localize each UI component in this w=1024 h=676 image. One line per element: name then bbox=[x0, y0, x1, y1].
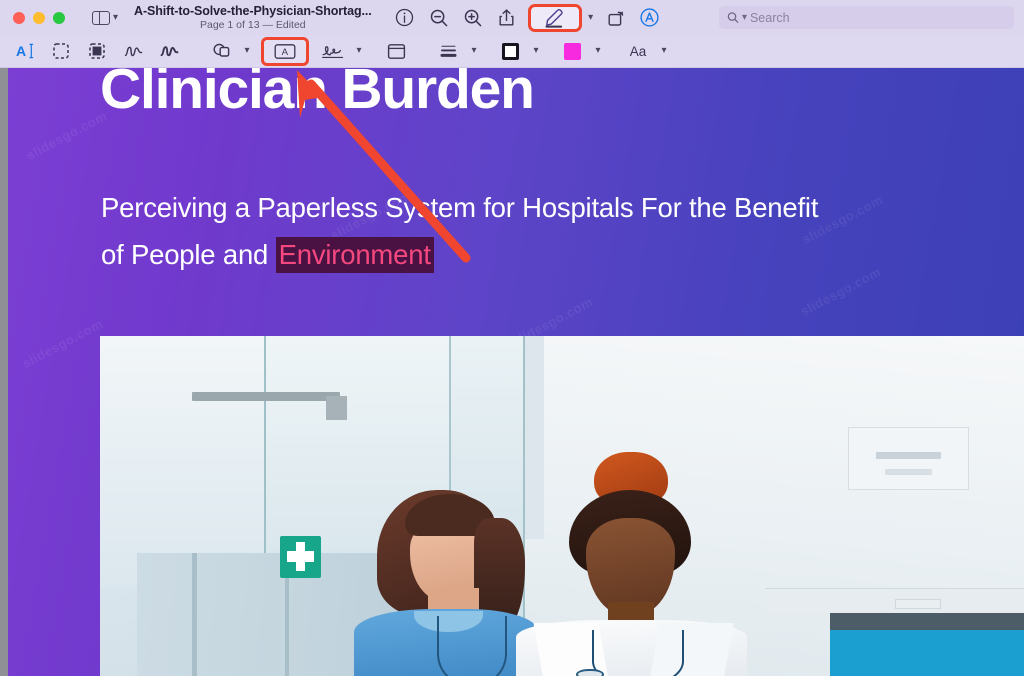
maximize-button[interactable] bbox=[53, 11, 65, 24]
photo-poster-line bbox=[885, 469, 932, 475]
fill-color-tool-group: ▾ bbox=[554, 39, 606, 63]
rotate-icon[interactable] bbox=[599, 5, 633, 31]
page-heading: Clinician Burden bbox=[100, 68, 535, 121]
info-icon[interactable] bbox=[388, 5, 422, 31]
minimize-button[interactable] bbox=[33, 11, 45, 24]
photo-teal-panel bbox=[829, 630, 1024, 676]
shapes-tool-group: ▾ bbox=[203, 39, 255, 63]
text-selection-tool[interactable]: A bbox=[8, 39, 42, 63]
draw-tool[interactable] bbox=[152, 39, 186, 63]
document-title: A-Shift-to-Solve-the-Physician-Shortag..… bbox=[134, 4, 372, 19]
pdf-page-1: slidesgo.com slidesgo.com slidesgo.com s… bbox=[8, 68, 1024, 676]
markup-dropdown-chevron[interactable]: ▾ bbox=[583, 11, 599, 23]
photo-door-frame bbox=[525, 336, 544, 539]
shape-style-dropdown-chevron[interactable]: ▾ bbox=[466, 46, 482, 56]
text-style-tool[interactable]: Aa bbox=[621, 39, 655, 63]
fill-color-swatch bbox=[563, 42, 581, 60]
search-icon bbox=[727, 12, 739, 23]
photo-nurse-stethoscope bbox=[437, 616, 507, 676]
search-field[interactable]: ▾ bbox=[719, 6, 1014, 29]
photo-wall-socket bbox=[894, 598, 941, 609]
watermark: slidesgo.com bbox=[23, 107, 110, 164]
chevron-down-icon: ▾ bbox=[356, 45, 362, 56]
document-title-block: A-Shift-to-Solve-the-Physician-Shortag..… bbox=[134, 4, 372, 30]
traffic-lights bbox=[0, 11, 65, 24]
border-color-tool[interactable] bbox=[493, 39, 527, 63]
fill-color-tool[interactable] bbox=[555, 39, 589, 63]
chevron-down-icon: ▾ bbox=[588, 11, 594, 23]
signature-tool[interactable] bbox=[316, 39, 350, 63]
signature-tool-group: ▾ bbox=[315, 39, 367, 63]
sidebar-toggle-button[interactable]: ▾ bbox=[92, 10, 119, 25]
text-box-tool-highlight: A bbox=[261, 36, 309, 66]
photo-cabinet-seam bbox=[192, 553, 197, 676]
page-subtitle: Perceiving a Paperless System for Hospit… bbox=[101, 184, 831, 279]
sidebar-icon bbox=[92, 10, 110, 25]
annotate-icon[interactable] bbox=[633, 5, 667, 31]
titlebar: ▾ A-Shift-to-Solve-the-Physician-Shortag… bbox=[0, 0, 1024, 35]
border-color-swatch bbox=[501, 42, 519, 60]
markup-icon[interactable] bbox=[538, 5, 572, 31]
zoom-in-icon[interactable] bbox=[456, 5, 490, 31]
chevron-down-icon: ▾ bbox=[244, 45, 250, 56]
sketch-tool[interactable] bbox=[116, 39, 150, 63]
chevron-down-icon: ▾ bbox=[113, 11, 119, 23]
first-aid-cross-icon bbox=[280, 535, 321, 578]
svg-text:A: A bbox=[16, 43, 26, 59]
text-style-tool-group: Aa ▾ bbox=[620, 39, 672, 63]
shape-style-tool[interactable] bbox=[431, 39, 465, 63]
shapes-tool[interactable] bbox=[204, 39, 238, 63]
note-tool[interactable] bbox=[379, 39, 413, 63]
border-color-dropdown-chevron[interactable]: ▾ bbox=[528, 46, 544, 56]
fill-color-dropdown-chevron[interactable]: ▾ bbox=[590, 46, 606, 56]
markup-tool-highlight bbox=[527, 3, 582, 32]
photo-railing bbox=[192, 392, 341, 401]
photo-stethoscope-bell bbox=[575, 668, 604, 676]
share-icon[interactable] bbox=[490, 5, 524, 31]
markup-toolbar: A ▾ A ▾ ▾ ▾ ▾ Aa ▾ bbox=[0, 35, 1024, 68]
zoom-out-icon[interactable] bbox=[422, 5, 456, 31]
chevron-down-icon: ▾ bbox=[661, 45, 667, 56]
svg-text:A: A bbox=[282, 47, 289, 58]
shape-style-tool-group: ▾ bbox=[430, 39, 482, 63]
document-status: Page 1 of 13 — Edited bbox=[199, 18, 306, 31]
photo-poster-line bbox=[876, 451, 941, 460]
shapes-dropdown-chevron[interactable]: ▾ bbox=[239, 46, 255, 56]
search-dropdown-chevron[interactable]: ▾ bbox=[742, 12, 747, 23]
photo-railing-post bbox=[326, 395, 347, 420]
watermark: slidesgo.com bbox=[19, 315, 106, 372]
document-canvas[interactable]: slidesgo.com slidesgo.com slidesgo.com s… bbox=[0, 68, 1024, 676]
border-color-tool-group: ▾ bbox=[492, 39, 544, 63]
chevron-down-icon: ▾ bbox=[533, 45, 539, 56]
text-box-tool[interactable]: A bbox=[268, 39, 302, 63]
highlighted-text: Environment bbox=[275, 237, 434, 274]
photo-glass-panel bbox=[100, 336, 267, 588]
signature-dropdown-chevron[interactable]: ▾ bbox=[351, 46, 367, 56]
text-style-label: Aa bbox=[629, 43, 647, 59]
rectangular-selection-tool[interactable] bbox=[44, 39, 78, 63]
chevron-down-icon: ▾ bbox=[471, 45, 477, 56]
text-style-dropdown-chevron[interactable]: ▾ bbox=[656, 46, 672, 56]
search-input[interactable] bbox=[749, 10, 1006, 25]
chevron-down-icon: ▾ bbox=[595, 45, 601, 56]
subtitle-text: Perceiving a Paperless System for Hospit… bbox=[101, 192, 819, 271]
page-photo bbox=[100, 336, 1024, 676]
instant-alpha-tool[interactable] bbox=[80, 39, 114, 63]
close-button[interactable] bbox=[13, 11, 25, 24]
titlebar-tools: ▾ bbox=[388, 3, 667, 32]
preview-window: ▾ A-Shift-to-Solve-the-Physician-Shortag… bbox=[0, 0, 1024, 676]
photo-doctor-stethoscope bbox=[591, 630, 684, 676]
